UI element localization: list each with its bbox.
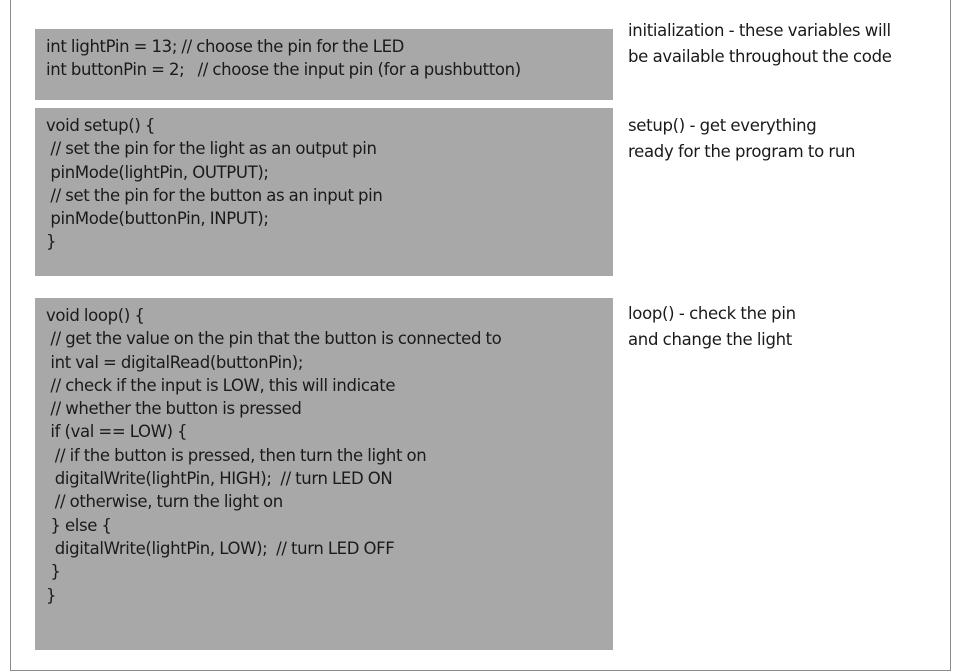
code-line: pinMode(lightPin, OUTPUT); bbox=[46, 162, 269, 182]
code-line: int buttonPin = 2; // choose the input p… bbox=[46, 60, 521, 80]
code-line: int lightPin = 13; // choose the pin for… bbox=[46, 37, 405, 56]
code-line: // if the button is pressed, then turn t… bbox=[46, 445, 427, 465]
annotation-line: ready for the program to run bbox=[628, 142, 856, 161]
code-line: // set the pin for the light as an outpu… bbox=[46, 139, 377, 159]
annotation-line: setup() - get everything bbox=[628, 116, 817, 135]
code-line: int val = digitalRead(buttonPin); bbox=[46, 352, 304, 372]
code-line: } bbox=[46, 232, 57, 252]
annotation-line: be available throughout the code bbox=[628, 47, 892, 66]
code-block-loop: void loop() { // get the value on the pi… bbox=[35, 298, 613, 650]
annotation-line: and change the light bbox=[628, 330, 792, 349]
code-line: } bbox=[46, 585, 57, 605]
code-line: void loop() { bbox=[46, 306, 145, 325]
code-line: pinMode(buttonPin, INPUT); bbox=[46, 209, 269, 229]
annotation-line: loop() - check the pin bbox=[628, 304, 796, 323]
code-line: } else { bbox=[46, 515, 112, 535]
annotation-line: initialization - these variables will bbox=[628, 21, 891, 40]
code-line: // get the value on the pin that the but… bbox=[46, 329, 502, 349]
code-line: // whether the button is pressed bbox=[46, 399, 302, 419]
code-line: void setup() { bbox=[46, 116, 156, 135]
code-line: // check if the input is LOW, this will … bbox=[46, 375, 396, 395]
code-line: } bbox=[46, 562, 61, 582]
code-line: digitalWrite(lightPin, HIGH); // turn LE… bbox=[46, 469, 393, 489]
code-line: // otherwise, turn the light on bbox=[46, 492, 283, 512]
code-line: // set the pin for the button as an inpu… bbox=[46, 185, 383, 205]
annotation-init: initialization - these variables will be… bbox=[628, 18, 943, 70]
code-line: digitalWrite(lightPin, LOW); // turn LED… bbox=[46, 538, 395, 558]
code-block-setup: void setup() { // set the pin for the li… bbox=[35, 108, 613, 276]
code-block-init: int lightPin = 13; // choose the pin for… bbox=[35, 29, 613, 100]
code-line: if (val == LOW) { bbox=[46, 422, 188, 442]
annotation-loop: loop() - check the pin and change the li… bbox=[628, 301, 943, 353]
annotation-setup: setup() - get everything ready for the p… bbox=[628, 113, 943, 165]
